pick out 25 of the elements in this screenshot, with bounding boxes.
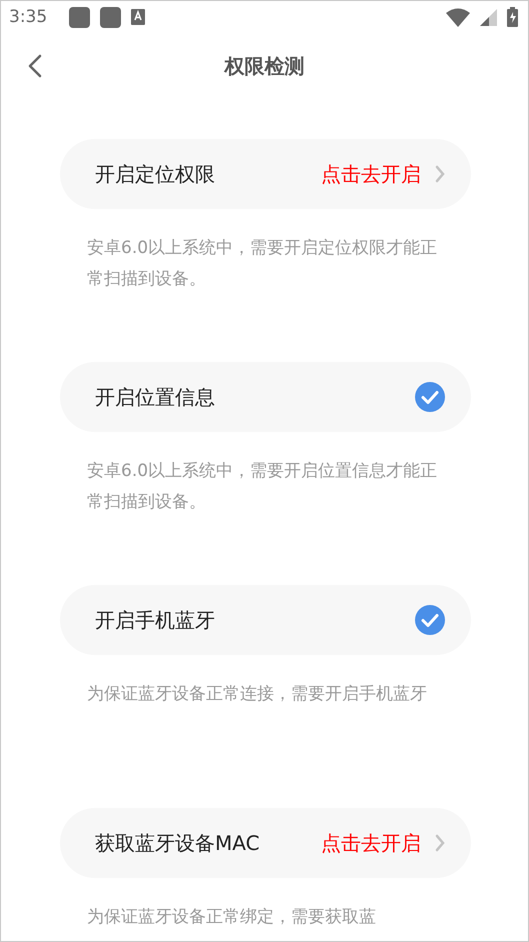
notification-icon [69, 6, 90, 28]
permission-label: 开启定位权限 [95, 160, 216, 188]
permission-label: 开启位置信息 [95, 384, 216, 410]
enable-link[interactable]: 点击去开启 [321, 830, 445, 856]
enable-link[interactable]: 点击去开启 [321, 160, 445, 188]
permission-label: 获取蓝牙设备MAC [95, 830, 261, 856]
permission-description: 安卓6.0以上系统中，需要开启位置信息才能正常扫描到设备。 [86, 460, 438, 514]
permission-description: 为保证蓝牙设备正常绑定，需要获取蓝 [86, 906, 377, 929]
chevron-right-icon [435, 834, 445, 852]
keyboard-icon [131, 9, 146, 25]
permission-card[interactable]: 开启手机蓝牙 [60, 585, 471, 655]
signal-icon [480, 8, 497, 26]
battery-icon [507, 7, 518, 27]
permission-description: 安卓6.0以上系统中，需要开启定位权限才能正常扫描到设备。 [86, 237, 438, 291]
page-title: 权限检测 [224, 52, 304, 80]
notification-icon [100, 6, 122, 28]
back-icon[interactable] [27, 54, 43, 78]
chevron-right-icon [435, 165, 445, 183]
status-time: 3:35 [9, 7, 48, 27]
permission-description: 为保证蓝牙设备正常连接，需要开启手机蓝牙 [86, 683, 428, 706]
wifi-icon [446, 8, 470, 26]
permission-card[interactable]: 开启位置信息 [60, 362, 471, 432]
permission-card[interactable]: 获取蓝牙设备MAC 点击去开启 [60, 808, 471, 878]
permission-card[interactable]: 开启定位权限 点击去开启 [60, 139, 471, 209]
permission-label: 开启手机蓝牙 [95, 606, 216, 634]
